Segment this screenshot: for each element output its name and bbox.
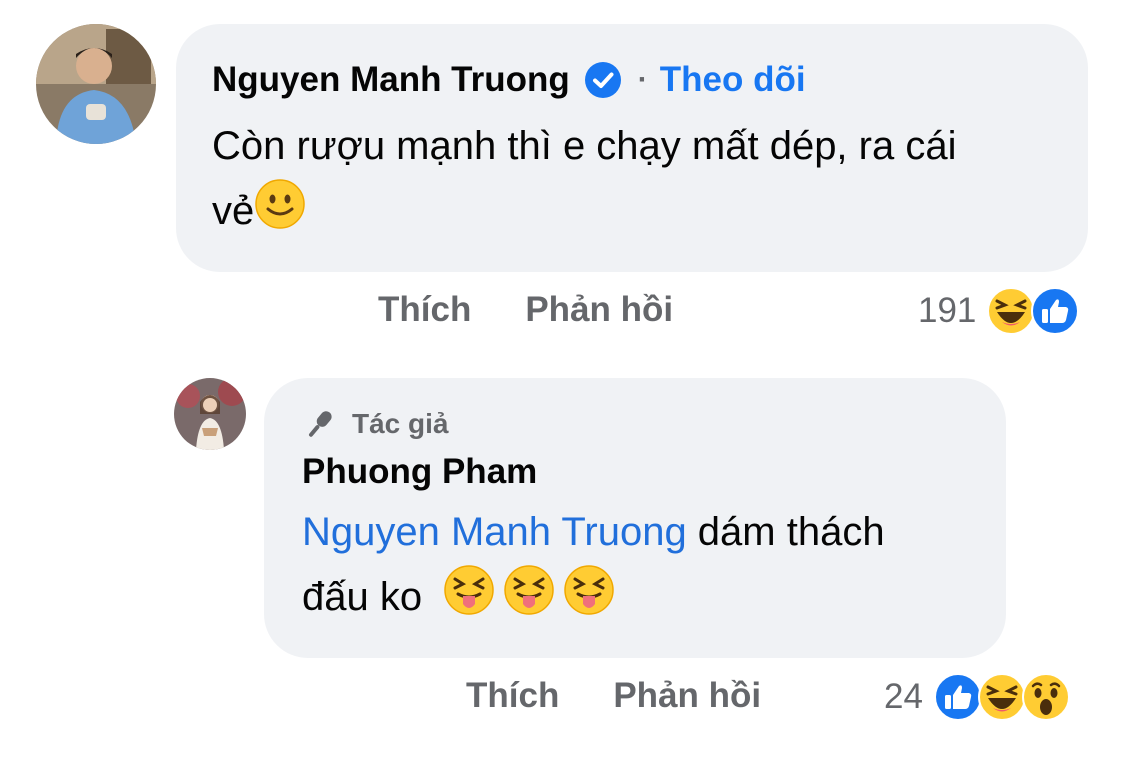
- author-name[interactable]: Nguyen Manh Truong: [212, 60, 570, 100]
- reply-actions: Thích Phản hồi: [466, 676, 815, 716]
- reply-text-after-mention: dám thách: [686, 510, 885, 554]
- comment-actions: Thích Phản hồi: [378, 290, 727, 330]
- wow-icon: [1021, 672, 1071, 722]
- author-badge-label: Tác giả: [352, 408, 449, 439]
- comment-header: Nguyen Manh Truong · Theo dõi: [212, 60, 806, 100]
- squinting-tongue-face-icon: [563, 564, 615, 635]
- reply-button[interactable]: Phản hồi: [613, 676, 761, 716]
- reply-header: Phuong Pham: [302, 452, 537, 492]
- reaction-summary[interactable]: 191: [918, 286, 1080, 336]
- reply-text-line2: đấu ko: [302, 575, 423, 620]
- reply-text: Nguyen Manh Truong dám thách đấu ko: [302, 500, 992, 635]
- verified-badge-icon: [584, 61, 622, 99]
- author-badge: Tác giả: [302, 406, 448, 442]
- author-name[interactable]: Phuong Pham: [302, 452, 537, 492]
- reply-button[interactable]: Phản hồi: [525, 290, 673, 330]
- reaction-count: 24: [884, 677, 923, 716]
- squinting-tongue-face-icon: [443, 564, 495, 635]
- follow-button[interactable]: Theo dõi: [660, 60, 806, 100]
- reaction-count: 191: [918, 291, 977, 330]
- haha-icon: [977, 672, 1027, 722]
- like-icon: [1030, 286, 1080, 336]
- microphone-icon: [309, 411, 332, 437]
- comment-text-line2: vẻ: [212, 189, 255, 234]
- reaction-summary[interactable]: 24: [884, 672, 1071, 722]
- haha-icon: [986, 286, 1036, 336]
- slightly-smiling-face-icon: [254, 178, 306, 249]
- like-button[interactable]: Thích: [378, 290, 471, 330]
- mention-link[interactable]: Nguyen Manh Truong: [302, 510, 687, 554]
- comment-text-line1: Còn rượu mạnh thì e chạy mất dép, ra cái: [212, 124, 957, 168]
- squinting-tongue-face-icon: [503, 564, 555, 635]
- like-icon: [933, 672, 983, 722]
- like-button[interactable]: Thích: [466, 676, 559, 716]
- avatar[interactable]: [36, 24, 156, 144]
- separator-dot: ·: [637, 63, 648, 96]
- avatar[interactable]: [174, 378, 246, 450]
- comment-text: Còn rượu mạnh thì e chạy mất dép, ra cái…: [212, 114, 1072, 249]
